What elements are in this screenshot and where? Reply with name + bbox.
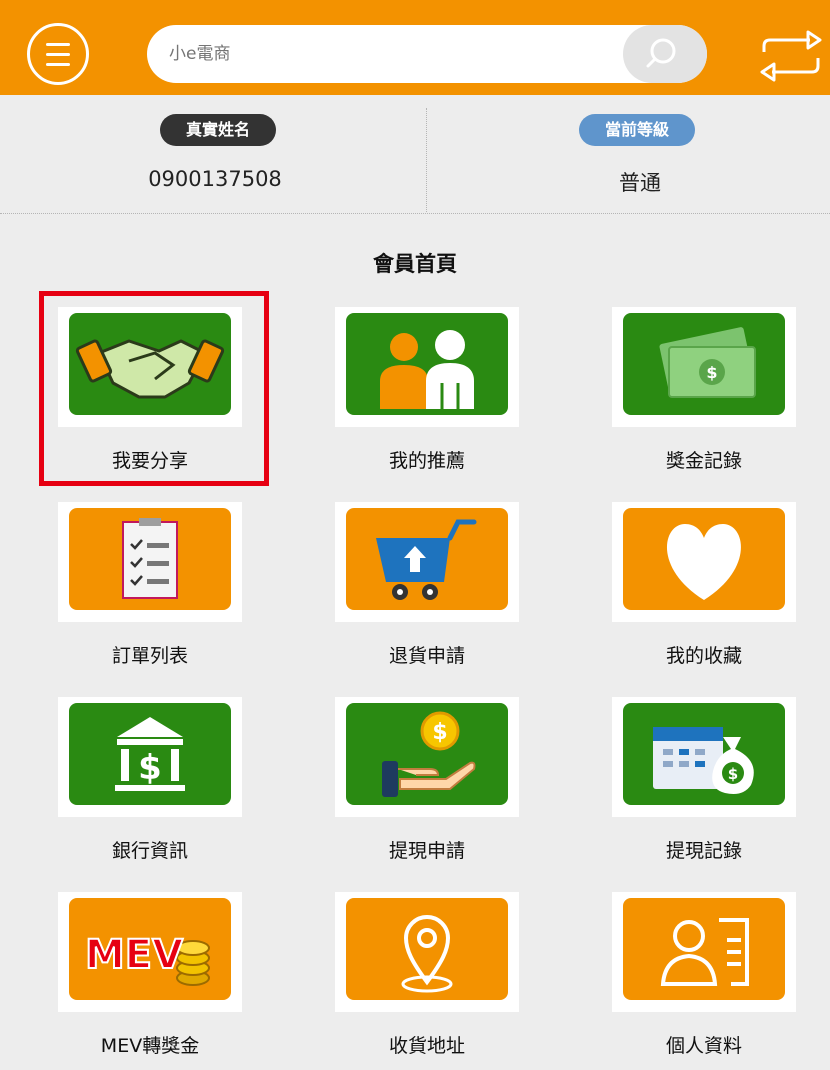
member-info-panel: 真實姓名 0900137508 當前等級 普通 [0, 95, 830, 214]
search-input[interactable] [169, 39, 609, 69]
tile-label: MEV轉獎金 [100, 1035, 200, 1057]
tile-bonus-records[interactable]: $ 獎金記錄 [594, 303, 814, 483]
tile-icon-background [346, 313, 508, 415]
tile-label: 我的收藏 [665, 645, 742, 667]
name-column: 真實姓名 0900137508 [0, 95, 415, 213]
name-badge: 真實姓名 [160, 114, 276, 146]
bank-icon: $ [115, 717, 185, 791]
tile-icon-background [346, 898, 508, 1000]
tile-label: 退貨申請 [388, 645, 465, 667]
tile-label: 個人資料 [665, 1035, 742, 1057]
search-bar [147, 25, 707, 83]
cart-return-icon [376, 519, 477, 600]
tile-mev-to-bonus[interactable]: MEV MEV轉獎金 [40, 888, 260, 1068]
info-divider [426, 108, 427, 212]
menu-line [46, 63, 70, 66]
tile-label: 提現記錄 [665, 840, 742, 862]
heart-icon [667, 524, 741, 600]
tile-withdraw-records[interactable]: $ 提現記錄 [594, 693, 814, 873]
name-value: 0900137508 [148, 167, 282, 191]
tile-order-list[interactable]: 訂單列表 [40, 498, 260, 678]
menu-line [46, 43, 70, 46]
tile-icon-background: $ [623, 313, 785, 415]
level-value: 普通 [619, 171, 661, 195]
level-column: 當前等級 普通 [415, 95, 830, 213]
tile-icon-background [623, 898, 785, 1000]
tile-label: 提現申請 [388, 840, 465, 862]
hand-coin-icon: $ [382, 711, 476, 797]
tile-icon-frame: $ [612, 307, 796, 427]
tile-my-favorites[interactable]: 我的收藏 [594, 498, 814, 678]
tile-icon-background: MEV [69, 898, 231, 1000]
menu-line [46, 53, 70, 56]
tile-my-referrals[interactable]: 我的推薦 [317, 303, 537, 483]
tile-label: 訂單列表 [111, 645, 188, 667]
search-button[interactable] [623, 25, 707, 83]
tile-withdraw-request[interactable]: $ 提現申請 [317, 693, 537, 873]
tile-icon-frame: $ [58, 697, 242, 817]
search-icon [646, 38, 676, 68]
tile-bank-info[interactable]: $ 銀行資訊 [40, 693, 260, 873]
location-pin-icon [401, 915, 453, 993]
tile-icon-frame: $ [335, 697, 519, 817]
id-card-icon [660, 918, 749, 986]
tile-label: 銀行資訊 [111, 840, 188, 862]
tile-icon-frame [612, 892, 796, 1012]
tile-icon-background [346, 508, 508, 610]
selected-tile-highlight [39, 291, 269, 486]
tile-label: 收貨地址 [388, 1035, 465, 1057]
tile-icon-frame: $ [612, 697, 796, 817]
hamburger-menu-icon[interactable] [27, 23, 89, 85]
svg-text:$: $ [432, 720, 447, 745]
page-title: 會員首頁 [373, 252, 457, 276]
tile-icon-frame [612, 502, 796, 622]
tile-icon-frame [335, 307, 519, 427]
svg-text:$: $ [706, 363, 717, 382]
tile-icon-background [623, 508, 785, 610]
tile-icon-background [69, 508, 231, 610]
tile-icon-background: $ [346, 703, 508, 805]
tile-label: 獎金記錄 [665, 450, 742, 472]
calendar-moneybag-icon: $ [653, 727, 754, 794]
tile-icon-background: $ [69, 703, 231, 805]
top-bar [0, 0, 830, 95]
mev-text: MEV [85, 932, 183, 978]
mev-coins-icon: MEV [84, 931, 210, 986]
tile-icon-frame [335, 892, 519, 1012]
level-badge: 當前等級 [579, 114, 695, 146]
money-icon: $ [659, 327, 756, 398]
checklist-icon [122, 518, 178, 599]
tile-personal-info[interactable]: 個人資料 [594, 888, 814, 1068]
tile-return-request[interactable]: 退貨申請 [317, 498, 537, 678]
svg-text:$: $ [138, 748, 162, 788]
tile-label: 我的推薦 [388, 450, 465, 472]
people-icon [380, 330, 474, 409]
tile-icon-background: $ [623, 703, 785, 805]
tile-icon-frame [58, 502, 242, 622]
svg-text:$: $ [728, 765, 738, 783]
swap-arrows-icon[interactable] [758, 28, 824, 84]
tile-icon-frame: MEV [58, 892, 242, 1012]
tile-shipping-address[interactable]: 收貨地址 [317, 888, 537, 1068]
tile-icon-frame [335, 502, 519, 622]
